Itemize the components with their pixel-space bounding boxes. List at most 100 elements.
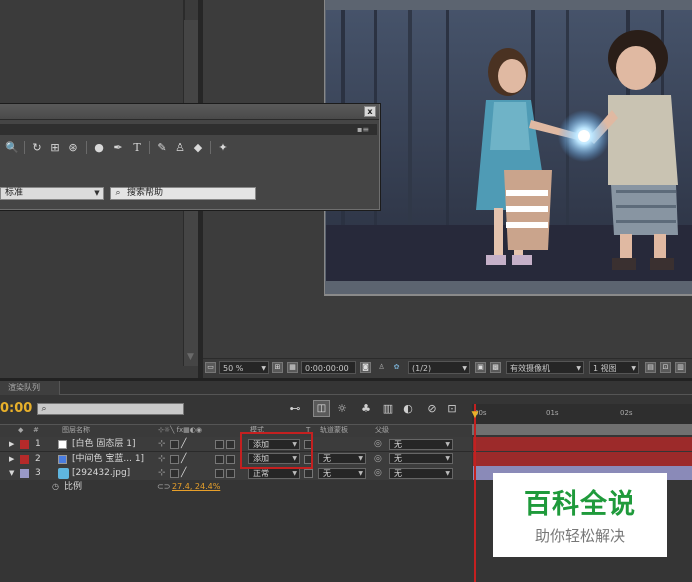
adjustment-switch[interactable] xyxy=(215,455,224,464)
shy-switch-icon[interactable]: ⊹ xyxy=(158,452,166,466)
scroll-down-icon[interactable]: ▼ xyxy=(183,350,198,364)
mode-select[interactable]: 正常 ▼ xyxy=(248,468,300,479)
camera-orbit-tool-icon[interactable]: ⊞ xyxy=(48,140,62,154)
current-time-display[interactable]: 0:00 xyxy=(0,401,34,417)
pen-tool-icon[interactable]: ✒ xyxy=(111,140,125,154)
frame-blending-icon[interactable]: ♣ xyxy=(358,401,374,416)
work-area-bar[interactable] xyxy=(472,424,692,435)
graph-editor-icon[interactable]: ◫ xyxy=(313,400,330,417)
help-search-input[interactable]: 搜索帮助 xyxy=(110,187,256,200)
chevron-down-icon[interactable]: ▼ xyxy=(92,188,102,199)
layer-name[interactable]: [中间色 宝蓝... 1] xyxy=(72,452,144,466)
timeline-icon[interactable]: ▥ xyxy=(675,362,686,373)
column-parent[interactable]: 父级 xyxy=(375,424,389,436)
track-matte-value: 无 xyxy=(323,454,331,463)
3d-switch[interactable] xyxy=(226,440,235,449)
quality-switch[interactable] xyxy=(170,469,179,478)
expand-arrow-icon[interactable]: ▶ xyxy=(9,437,14,451)
show-snapshot-icon[interactable]: ♙ xyxy=(376,362,387,373)
current-time-field[interactable]: 0:00:00:00 xyxy=(301,361,356,374)
column-track-matte[interactable]: 轨道蒙板 xyxy=(320,424,348,436)
stopwatch-icon[interactable]: ◷ xyxy=(52,480,59,494)
brainstorm-icon[interactable]: ◐ xyxy=(400,401,416,416)
parent-value: 无 xyxy=(394,469,402,478)
time-indicator-head-icon[interactable]: ▼ xyxy=(470,410,480,420)
auto-keyframe-icon[interactable]: ⊘ xyxy=(424,401,440,416)
shy-layers-icon[interactable]: ☼ xyxy=(334,401,350,416)
panel-menu-icon[interactable]: ▪≡ xyxy=(350,124,376,135)
workspace-select[interactable]: 标准 xyxy=(0,187,104,200)
column-layer-name[interactable]: 图层名称 xyxy=(62,424,90,436)
toggle-pixel-aspect-icon[interactable]: ▤ xyxy=(645,362,656,373)
comp-mini-flowchart-icon[interactable]: ⊷ xyxy=(287,401,303,416)
layer-duration-bar[interactable] xyxy=(473,452,692,466)
track-matte-select[interactable]: 无 ▼ xyxy=(318,468,366,479)
layer-name[interactable]: [292432.jpg] xyxy=(72,466,130,480)
property-name: 比例 xyxy=(64,482,83,492)
resolution-select[interactable]: (1/2) ▼ xyxy=(408,361,470,374)
type-tool-icon[interactable]: T xyxy=(130,140,144,154)
tools-window-titlebar[interactable] xyxy=(0,104,379,120)
parent-select[interactable]: 无 ▼ xyxy=(389,439,453,450)
layer-duration-bar[interactable] xyxy=(473,437,692,451)
parent-select[interactable]: 无 ▼ xyxy=(389,453,453,464)
constrain-proportions-icon[interactable]: ⊂⊃ xyxy=(157,480,170,494)
quality-slash-icon[interactable]: ╱ xyxy=(181,437,186,451)
layer-label-color[interactable] xyxy=(20,469,29,478)
pick-whip-icon[interactable]: ◎ xyxy=(374,466,382,480)
ellipse-tool-icon[interactable]: ● xyxy=(92,140,106,154)
fast-preview-icon[interactable]: ⊡ xyxy=(660,362,671,373)
shy-switch-icon[interactable]: ⊹ xyxy=(158,437,166,451)
collapse-arrow-icon[interactable]: ▼ xyxy=(9,466,14,480)
track-matte-select[interactable]: 无 ▼ xyxy=(318,453,366,464)
shy-switch-icon[interactable]: ⊹ xyxy=(158,466,166,480)
layer-label-color[interactable] xyxy=(20,455,29,464)
chevron-down-icon: ▼ xyxy=(261,365,266,372)
tool-separator xyxy=(86,141,87,154)
chevron-down-icon: ▼ xyxy=(358,470,363,477)
eraser-tool-icon[interactable]: ◆ xyxy=(191,140,205,154)
tab-render-queue[interactable]: 渲染队列 xyxy=(0,381,60,395)
graph-editor-toggle-icon[interactable]: ⊡ xyxy=(444,401,460,416)
snapshot-icon[interactable]: ◙ xyxy=(360,362,371,373)
pick-whip-icon[interactable]: ◎ xyxy=(374,452,382,466)
parent-select[interactable]: 无 ▼ xyxy=(389,468,453,479)
transparency-grid-icon[interactable]: ▩ xyxy=(490,362,501,373)
rotate-tool-icon[interactable]: ↻ xyxy=(30,140,44,154)
view-layout-select[interactable]: 1 视图 ▼ xyxy=(589,361,639,374)
quality-switch[interactable] xyxy=(170,455,179,464)
time-ruler[interactable] xyxy=(472,404,692,424)
3d-switch[interactable] xyxy=(226,469,235,478)
adjustment-switch[interactable] xyxy=(215,440,224,449)
zoom-tool-icon[interactable]: 🔍 xyxy=(5,140,19,154)
composition-image xyxy=(326,10,692,281)
puppet-pin-tool-icon[interactable]: ✦ xyxy=(216,140,230,154)
clone-stamp-tool-icon[interactable]: ♙ xyxy=(173,140,187,154)
layer-label-color[interactable] xyxy=(20,440,29,449)
tool-separator xyxy=(210,141,211,154)
current-time-indicator[interactable] xyxy=(474,404,476,582)
fit-icon[interactable]: ⊞ xyxy=(272,362,283,373)
expand-arrow-icon[interactable]: ▶ xyxy=(9,452,14,466)
layer-name[interactable]: [白色 固态层 1] xyxy=(72,437,135,451)
3d-switch[interactable] xyxy=(226,455,235,464)
tab-underline xyxy=(60,394,692,395)
region-of-interest-icon[interactable]: ▣ xyxy=(475,362,486,373)
trkmat-switch[interactable] xyxy=(304,469,313,478)
pick-whip-icon[interactable]: ◎ xyxy=(374,437,382,451)
brush-tool-icon[interactable]: ✎ xyxy=(155,140,169,154)
layer-search-input[interactable] xyxy=(37,403,184,415)
camera-select[interactable]: 有效摄像机 ▼ xyxy=(506,361,584,374)
quality-slash-icon[interactable]: ╱ xyxy=(181,452,186,466)
motion-blur-icon[interactable]: ▥ xyxy=(380,401,396,416)
property-value[interactable]: 27.4, 24.4% xyxy=(172,480,220,494)
safe-zones-icon[interactable]: ▦ xyxy=(287,362,298,373)
channels-icon[interactable]: ✿ xyxy=(391,362,402,373)
quality-slash-icon[interactable]: ╱ xyxy=(181,466,186,480)
always-preview-icon[interactable]: ▭ xyxy=(205,362,216,373)
close-icon[interactable]: x xyxy=(364,106,376,117)
zoom-select[interactable]: 50 % ▼ xyxy=(219,361,269,374)
pan-behind-tool-icon[interactable]: ⊛ xyxy=(66,140,80,154)
adjustment-switch[interactable] xyxy=(215,469,224,478)
quality-switch[interactable] xyxy=(170,440,179,449)
